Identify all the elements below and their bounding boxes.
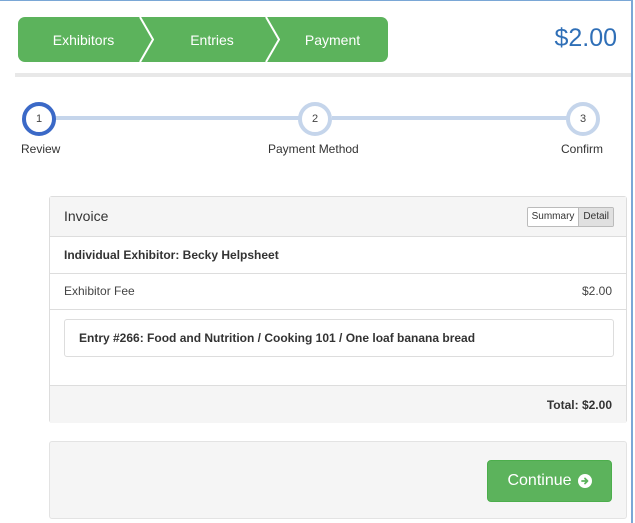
step-1-circle: 1 (22, 102, 56, 136)
step-number: 2 (311, 113, 319, 125)
entry-item: Entry #266: Food and Nutrition / Cooking… (64, 319, 614, 357)
stepper-track (52, 116, 303, 120)
step-number: 1 (35, 113, 43, 125)
continue-button[interactable]: Continue (487, 460, 612, 502)
breadcrumb-label: Payment (304, 31, 361, 48)
step-2-label: Payment Method (268, 142, 359, 156)
exhibitor-name: Individual Exhibitor: Becky Helpsheet (64, 248, 279, 262)
breadcrumb-exhibitors[interactable]: Exhibitors (18, 17, 153, 62)
detail-toggle-button[interactable]: Detail (578, 208, 613, 226)
step-3-circle: 3 (566, 102, 600, 136)
breadcrumb-label: Exhibitors (52, 31, 115, 48)
header: Exhibitors Entries Payment $2.00 (0, 1, 631, 74)
fee-amount: $2.00 (581, 284, 612, 298)
step-2-circle: 2 (298, 102, 332, 136)
breadcrumb-entries[interactable]: Entries (139, 17, 279, 62)
chevron-separator-icon (139, 17, 154, 62)
exhibitor-row: Individual Exhibitor: Becky Helpsheet (50, 237, 626, 274)
invoice-view-toggle: Summary Detail (526, 207, 614, 227)
actions-well: Continue (49, 441, 627, 519)
breadcrumb-payment[interactable]: Payment (265, 17, 388, 62)
entry-description: Entry #266: Food and Nutrition / Cooking… (79, 331, 476, 345)
fee-label: Exhibitor Fee (64, 284, 135, 298)
cart-total: $2.00 (554, 24, 617, 52)
step-3-label: Confirm (561, 142, 604, 156)
fee-row: Exhibitor Fee $2.00 (50, 274, 626, 310)
progress-stepper: 1 2 3 Review Payment Method Confirm (0, 98, 631, 164)
step-number: 3 (579, 113, 587, 125)
breadcrumb-label: Entries (190, 31, 234, 48)
continue-label: Continue (507, 472, 572, 489)
header-divider (15, 73, 631, 77)
step-1-label: Review (21, 142, 61, 156)
invoice-total: Total: $2.00 (546, 398, 612, 412)
invoice-panel: Invoice Summary Detail Individual Exhibi… (49, 196, 627, 423)
invoice-title: Invoice (64, 208, 109, 224)
chevron-separator-icon (265, 17, 280, 62)
circle-arrow-right-icon (577, 474, 592, 488)
stepper-track (332, 116, 569, 120)
summary-toggle-button[interactable]: Summary (527, 208, 579, 226)
breadcrumb: Exhibitors Entries Payment (18, 17, 388, 62)
invoice-header: Invoice Summary Detail (50, 197, 626, 237)
invoice-footer: Total: $2.00 (50, 385, 626, 423)
